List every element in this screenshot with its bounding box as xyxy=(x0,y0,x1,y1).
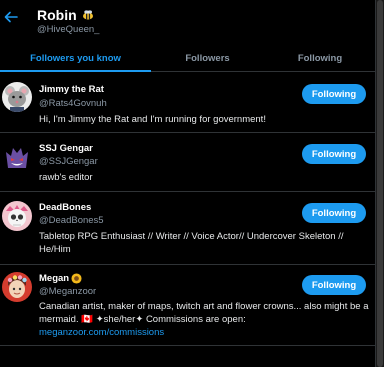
user-name-line: Jimmy the Rat xyxy=(39,84,104,95)
user-handle: @DeadBones5 xyxy=(39,215,104,226)
avatar[interactable] xyxy=(2,272,32,302)
commissions-link[interactable]: meganzoor.com/commissions xyxy=(39,327,164,338)
user-name[interactable]: SSJ Gengar xyxy=(39,143,93,154)
user-handle: @Meganzoor xyxy=(39,286,97,297)
gengar-avatar-icon xyxy=(2,142,32,172)
profile-name: Robin xyxy=(37,7,77,23)
scrollbar[interactable] xyxy=(376,0,384,367)
user-bio: Tabletop RPG Enthusiast // Writer // Voi… xyxy=(39,231,344,255)
user-name-line: DeadBones xyxy=(39,202,91,213)
user-row[interactable]: Megan @Meganzoor Canadian artist, maker … xyxy=(0,265,376,346)
tab-followers[interactable]: Followers xyxy=(151,44,264,72)
user-handle: @SSJGengar xyxy=(39,156,98,167)
active-tab-indicator xyxy=(0,70,151,72)
user-row[interactable]: Jimmy the Rat @Rats4Govnuh Hi, I'm Jimmy… xyxy=(0,73,376,133)
following-button[interactable]: Following xyxy=(302,84,366,104)
tab-followers-you-know[interactable]: Followers you know xyxy=(0,44,151,72)
following-button[interactable]: Following xyxy=(302,203,366,223)
user-bio: rawb's editor xyxy=(39,172,93,183)
scrollbar-thumb[interactable] xyxy=(377,0,383,367)
back-arrow-icon[interactable] xyxy=(3,9,19,25)
avatar[interactable] xyxy=(2,201,32,231)
user-bio: Hi, I'm Jimmy the Rat and I'm running fo… xyxy=(39,114,266,125)
bee-icon xyxy=(82,10,93,20)
user-name-line: Megan xyxy=(39,273,82,284)
followers-tabs: Followers you know Followers Following xyxy=(0,44,376,72)
profile-title-row: Robin xyxy=(37,7,95,23)
following-button[interactable]: Following xyxy=(302,144,366,164)
user-name-line: SSJ Gengar xyxy=(39,143,93,154)
user-name[interactable]: DeadBones xyxy=(39,202,91,213)
profile-handle: @HiveQueen_ xyxy=(37,24,100,35)
user-bio-text: Canadian artist, maker of maps, twitch a… xyxy=(39,301,369,325)
skeleton-avatar-icon xyxy=(2,201,32,231)
sunflower-icon xyxy=(71,273,82,284)
avatar[interactable] xyxy=(2,142,32,172)
tab-following[interactable]: Following xyxy=(264,44,376,72)
user-name[interactable]: Megan xyxy=(39,273,69,284)
following-button[interactable]: Following xyxy=(302,275,366,295)
user-row[interactable]: SSJ Gengar @SSJGengar rawb's editor Foll… xyxy=(0,133,376,192)
profile-header: Robin @HiveQueen_ xyxy=(0,0,384,44)
rat-avatar-icon xyxy=(2,82,32,112)
user-row[interactable]: DeadBones @DeadBones5 Tabletop RPG Enthu… xyxy=(0,192,376,265)
user-handle: @Rats4Govnuh xyxy=(39,98,107,109)
avatar[interactable] xyxy=(2,82,32,112)
user-bio: Canadian artist, maker of maps, twitch a… xyxy=(39,300,369,339)
megan-avatar-icon xyxy=(2,272,32,302)
user-name[interactable]: Jimmy the Rat xyxy=(39,84,104,95)
